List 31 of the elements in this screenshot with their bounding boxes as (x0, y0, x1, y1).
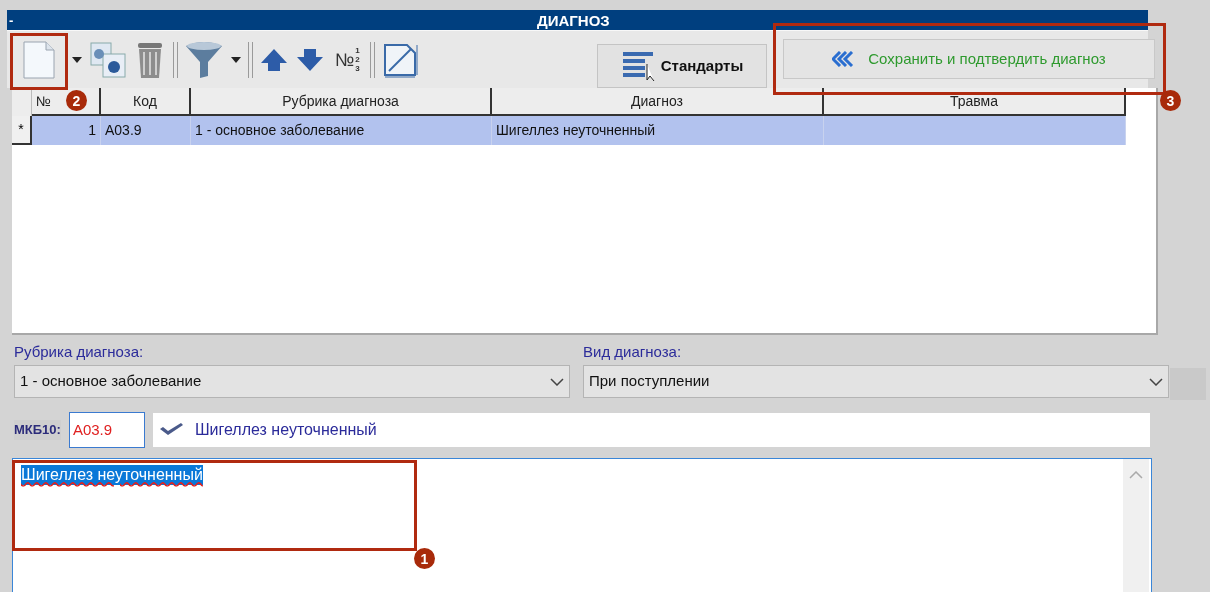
list-icon (620, 50, 655, 82)
column-header[interactable]: Диагноз (631, 90, 683, 112)
row-marker: * (12, 116, 32, 145)
filter-icon[interactable] (184, 39, 224, 80)
diagnosis-name: Шигеллез неуточненный (194, 420, 377, 440)
dropdown-caret-icon[interactable] (230, 55, 242, 64)
callout-badge: 3 (1160, 90, 1181, 111)
field-label: Вид диагноза: (583, 343, 683, 361)
table-cell: Шигеллез неуточненный (492, 116, 824, 145)
standards-button[interactable]: Стандарты (597, 44, 767, 88)
double-chevron-icon (832, 51, 855, 67)
field-label: Рубрика диагноза: (14, 343, 145, 361)
table-cell: 1 (32, 116, 101, 145)
code-field[interactable]: A03.9 (68, 412, 145, 448)
scrollbar[interactable] (1123, 459, 1149, 592)
table-cell: A03.9 (101, 116, 191, 145)
panel-title: ДИАГНОЗ (537, 12, 610, 28)
down-arrow-icon[interactable] (295, 46, 325, 73)
chevron-down-icon (550, 377, 564, 386)
chevron-down-icon (1149, 377, 1163, 386)
collapse-toggle[interactable]: - (7, 13, 14, 27)
dropdown[interactable]: 1 - основное заболевание (14, 365, 570, 398)
table-cell: 1 - основное заболевание (191, 116, 492, 145)
dropdown-caret-icon[interactable] (71, 55, 83, 64)
callout-frame (10, 33, 68, 90)
field-label: МКБ10: (14, 420, 61, 440)
column-header[interactable]: Травма (950, 90, 998, 112)
replace-text-icon[interactable] (89, 40, 127, 79)
checkmark-icon[interactable] (158, 423, 185, 437)
column-header[interactable]: № (36, 90, 52, 112)
dropdown[interactable]: При поступлении (583, 365, 1169, 398)
